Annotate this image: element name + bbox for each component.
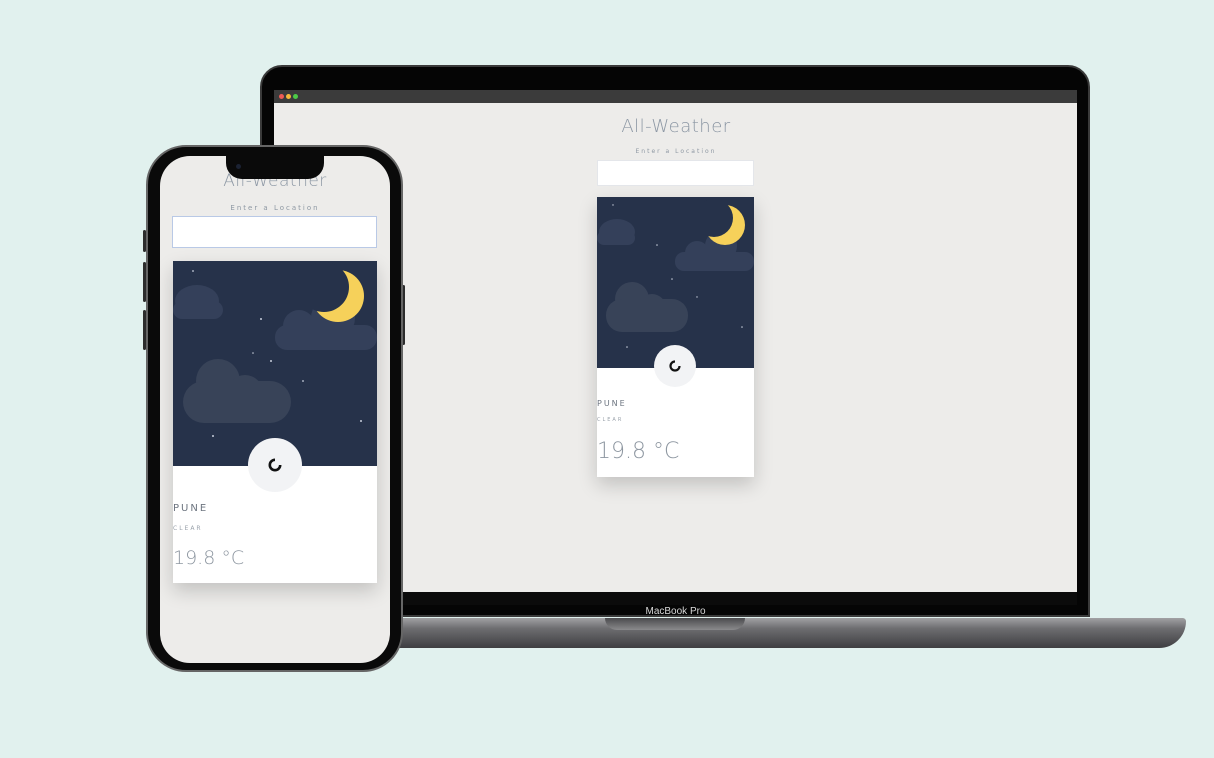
temperature: 19.8 °C: [173, 547, 245, 569]
weather-condition: CLEAR: [173, 525, 203, 532]
app-title: All-Weather: [621, 116, 731, 137]
loading-spinner-icon: [268, 458, 282, 472]
night-sky-svg: [173, 261, 377, 466]
location-input[interactable]: [172, 216, 377, 248]
location-label: Enter a Location: [230, 204, 320, 212]
weather-app: All-Weather Enter a Location: [596, 115, 756, 157]
weather-condition: CLEAR: [597, 417, 624, 423]
night-sky-scene: [597, 197, 754, 368]
phone-camera-icon: [236, 164, 241, 169]
browser-titlebar: [274, 90, 1077, 103]
loading-spinner-icon: [669, 360, 681, 372]
phone-screen: All-Weather Enter a Location PUNE CLEAR …: [160, 156, 390, 663]
status-icon-circle: [654, 345, 696, 387]
weather-card: PUNE CLEAR 19.8 °C: [173, 261, 377, 583]
night-sky-scene: [173, 261, 377, 466]
city-name: PUNE: [173, 503, 209, 514]
maximize-dot-icon[interactable]: [293, 94, 298, 99]
minimize-dot-icon[interactable]: [286, 94, 291, 99]
weather-card: PUNE CLEAR 19.8 °C: [597, 197, 754, 477]
night-sky-svg: [597, 197, 754, 368]
location-label: Enter a Location: [635, 148, 717, 155]
close-dot-icon[interactable]: [279, 94, 284, 99]
laptop-base: [360, 618, 1186, 648]
temperature: 19.8 °C: [597, 439, 680, 464]
stage: All-Weather Enter a Location PUNE CLEAR …: [0, 0, 1214, 758]
location-input[interactable]: [597, 160, 754, 186]
status-icon-circle: [248, 438, 302, 492]
city-name: PUNE: [597, 399, 627, 408]
